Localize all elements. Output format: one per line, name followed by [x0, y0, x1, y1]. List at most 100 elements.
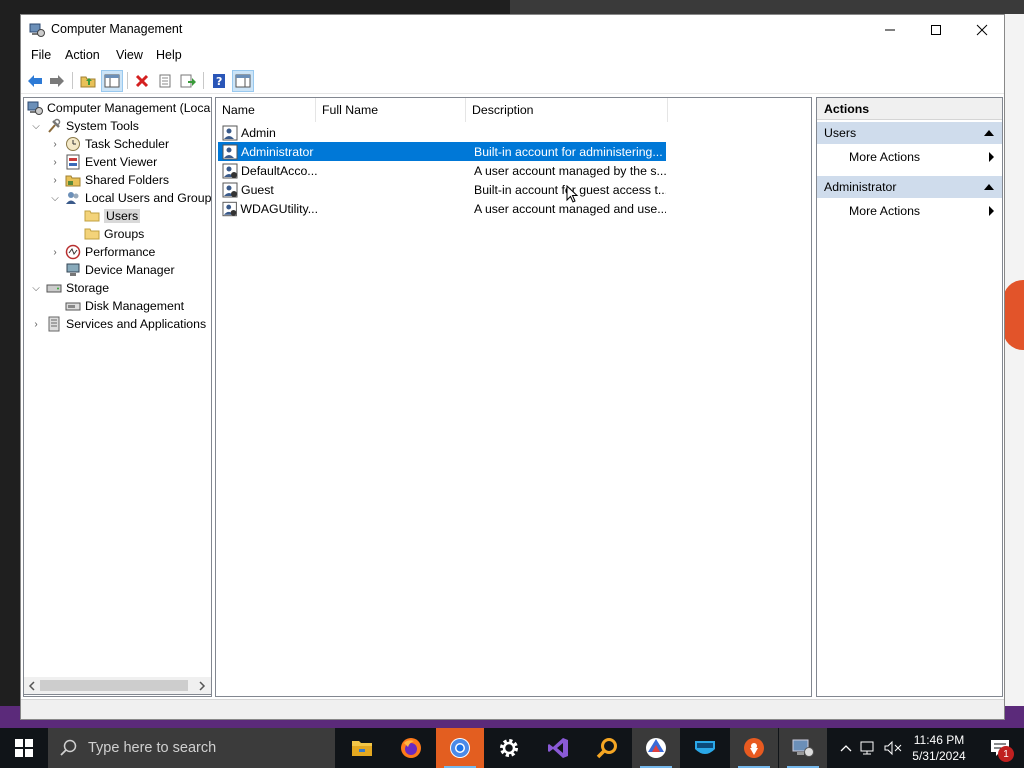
- search-icon: [60, 739, 77, 756]
- user-description-cell: [474, 123, 666, 142]
- tree-item-groups[interactable]: Groups: [84, 225, 144, 243]
- taskbar-clock[interactable]: 11:46 PM 5/31/2024: [906, 732, 972, 764]
- taskbar-app-firefox[interactable]: [387, 728, 435, 768]
- forward-button[interactable]: [46, 70, 68, 92]
- tree-item-services-and-applications[interactable]: › Services and Applications: [30, 315, 206, 333]
- list-row-guest[interactable]: Guest Built-in account for guest access …: [218, 180, 666, 199]
- chevron-right-icon[interactable]: ›: [49, 246, 61, 258]
- console-tree[interactable]: Computer Management (Local ⌵ System Tool…: [23, 97, 212, 697]
- taskbar-app-search-tool[interactable]: [583, 728, 631, 768]
- minimize-icon: [885, 29, 895, 31]
- list-row-admin[interactable]: Admin: [218, 123, 666, 142]
- list-row-defaultaccount[interactable]: DefaultAcco... A user account managed by…: [218, 161, 666, 180]
- tree-item-system-tools[interactable]: ⌵ System Tools: [30, 117, 139, 135]
- taskbar-app-file-explorer[interactable]: [338, 728, 386, 768]
- title-bar[interactable]: Computer Management: [21, 15, 1004, 45]
- export-list-button[interactable]: [177, 70, 199, 92]
- actions-section-users[interactable]: Users: [817, 122, 1002, 144]
- delete-button[interactable]: [131, 70, 153, 92]
- list-row-wdagutility[interactable]: WDAGUtility... A user account managed an…: [218, 199, 666, 218]
- taskbar-app-computer-management[interactable]: [779, 728, 827, 768]
- shared-folder-icon: [65, 172, 81, 188]
- menu-file[interactable]: File: [27, 48, 55, 62]
- menu-action[interactable]: Action: [61, 48, 104, 62]
- more-actions-users[interactable]: More Actions: [817, 146, 1002, 168]
- tree-item-performance[interactable]: › Performance: [49, 243, 155, 261]
- taskbar-app-chrome[interactable]: [436, 728, 484, 768]
- actions-section-administrator[interactable]: Administrator: [817, 176, 1002, 198]
- properties-icon: [159, 74, 171, 88]
- chevron-down-icon[interactable]: ⌵: [49, 192, 61, 204]
- help-button[interactable]: ?: [208, 70, 230, 92]
- volume-muted-icon: [884, 740, 902, 756]
- more-actions-administrator[interactable]: More Actions: [817, 200, 1002, 222]
- volume-button[interactable]: [882, 728, 904, 768]
- background-window-titlebar: [510, 0, 1024, 14]
- column-header-name[interactable]: Name: [216, 98, 316, 122]
- scroll-right-icon[interactable]: [198, 681, 206, 691]
- clock-time: 11:46 PM: [913, 733, 965, 747]
- show-hide-tree-button[interactable]: [101, 70, 123, 92]
- tree-item-users[interactable]: Users: [84, 207, 141, 225]
- collapse-icon[interactable]: [984, 184, 994, 190]
- tree-horizontal-scrollbar[interactable]: [23, 677, 212, 695]
- back-button[interactable]: [24, 70, 46, 92]
- show-hide-action-pane-button[interactable]: [232, 70, 254, 92]
- show-hide-tree-icon: [104, 74, 120, 88]
- user-icon: [222, 144, 238, 159]
- close-icon: [976, 24, 988, 36]
- computer-management-icon: [792, 739, 814, 757]
- tree-item-computer-management[interactable]: Computer Management (Local: [27, 99, 211, 117]
- up-folder-button[interactable]: [77, 70, 99, 92]
- taskbar-app-settings[interactable]: [485, 728, 533, 768]
- user-name-cell: Guest: [220, 180, 318, 199]
- show-hidden-icons-button[interactable]: [836, 728, 856, 768]
- user-icon: [222, 182, 238, 197]
- chevron-down-icon[interactable]: ⌵: [30, 282, 42, 294]
- taskbar-app-maps[interactable]: [730, 728, 778, 768]
- toolbar-separator: [72, 72, 73, 89]
- column-header-full-name[interactable]: Full Name: [316, 98, 466, 122]
- device-manager-icon: [65, 262, 81, 278]
- submenu-arrow-icon: [989, 206, 994, 216]
- search-placeholder: Type here to search: [88, 740, 217, 756]
- scrollbar-thumb[interactable]: [40, 680, 188, 691]
- properties-button[interactable]: [154, 70, 176, 92]
- actions-title: Actions: [817, 98, 1002, 120]
- tree-item-disk-management[interactable]: Disk Management: [65, 297, 184, 315]
- tree-item-local-users-and-groups[interactable]: ⌵ Local Users and Groups: [49, 189, 211, 207]
- scroll-left-icon[interactable]: [28, 681, 36, 691]
- menu-help[interactable]: Help: [152, 48, 186, 62]
- chevron-right-icon[interactable]: ›: [30, 318, 42, 330]
- app-icon: [646, 738, 666, 758]
- tree-item-storage[interactable]: ⌵ Storage: [30, 279, 109, 297]
- network-button[interactable]: [858, 728, 880, 768]
- collapse-icon[interactable]: [984, 130, 994, 136]
- chevron-down-icon[interactable]: ⌵: [30, 120, 42, 132]
- show-hide-action-pane-icon: [235, 74, 251, 88]
- maximize-button[interactable]: [913, 15, 959, 45]
- minimize-button[interactable]: [867, 15, 913, 45]
- taskbar-search-box[interactable]: Type here to search: [48, 728, 335, 768]
- list-row-administrator[interactable]: Administrator Built-in account for admin…: [218, 142, 666, 161]
- notification-center-button[interactable]: 1: [980, 728, 1020, 768]
- taskbar-app-media[interactable]: [632, 728, 680, 768]
- tree-item-event-viewer[interactable]: › Event Viewer: [49, 153, 157, 171]
- user-name-cell: WDAGUtility...: [220, 199, 318, 218]
- chevron-right-icon[interactable]: ›: [49, 174, 61, 186]
- users-list-view[interactable]: Name Full Name Description Admin Adminis…: [215, 97, 812, 697]
- taskbar-app-visual-studio[interactable]: [534, 728, 582, 768]
- tree-item-shared-folders[interactable]: › Shared Folders: [49, 171, 169, 189]
- menu-view[interactable]: View: [112, 48, 147, 62]
- start-button[interactable]: [0, 728, 48, 768]
- menu-bar: File Action View Help: [21, 45, 1004, 67]
- tree-item-task-scheduler[interactable]: › Task Scheduler: [49, 135, 169, 153]
- tools-icon: [46, 118, 62, 134]
- column-header-description[interactable]: Description: [466, 98, 668, 122]
- chevron-right-icon[interactable]: ›: [49, 138, 61, 150]
- taskbar-app-vpn[interactable]: [681, 728, 729, 768]
- user-name-cell: DefaultAcco...: [220, 161, 318, 180]
- chevron-right-icon[interactable]: ›: [49, 156, 61, 168]
- close-button[interactable]: [959, 15, 1005, 45]
- tree-item-device-manager[interactable]: Device Manager: [65, 261, 175, 279]
